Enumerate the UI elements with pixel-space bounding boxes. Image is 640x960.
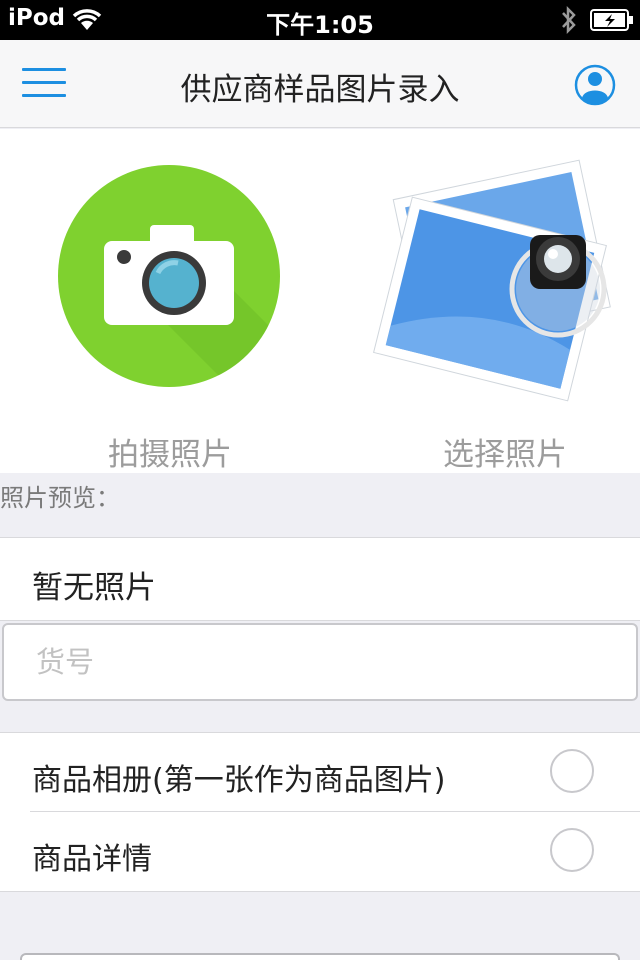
option-product-album-label: 商品相册(第一张作为商品图片) <box>32 763 446 798</box>
navigation-bar: 供应商样品图片录入 <box>0 40 640 128</box>
option-product-details[interactable]: 商品详情 <box>0 812 640 890</box>
choose-photo-label: 选择照片 <box>443 437 567 473</box>
product-album-radio[interactable] <box>550 749 594 793</box>
no-photo-text: 暂无照片 <box>32 570 156 606</box>
sku-number-input[interactable] <box>2 623 638 701</box>
status-bar: iPod 下午1:05 <box>0 0 640 40</box>
photo-preview-area: 暂无照片 <box>0 537 640 621</box>
option-product-details-label: 商品详情 <box>32 842 152 877</box>
photo-preview-section-label: 照片预览： <box>0 484 120 512</box>
option-product-album[interactable]: 商品相册(第一张作为商品图片) <box>0 733 640 812</box>
clock-time: 下午1:05 <box>266 11 374 39</box>
photo-actions-panel: 拍摄照片 选择照片 <box>0 129 640 473</box>
page-title: 供应商样品图片录入 <box>180 72 460 108</box>
take-photo-button[interactable]: 拍摄照片 <box>40 159 300 473</box>
choose-photo-button[interactable]: 选择照片 <box>370 149 640 473</box>
bottom-button-edge[interactable] <box>20 953 620 960</box>
photo-type-options: 商品相册(第一张作为商品图片) 商品详情 <box>0 732 640 892</box>
take-photo-label: 拍摄照片 <box>108 437 232 473</box>
photo-library-icon <box>373 159 611 402</box>
hamburger-menu-icon[interactable] <box>22 66 66 102</box>
product-details-radio[interactable] <box>550 828 594 872</box>
battery-charging-icon <box>590 9 633 31</box>
camera-icon <box>58 165 280 387</box>
user-profile-icon[interactable] <box>574 64 616 106</box>
bluetooth-icon <box>562 5 576 35</box>
